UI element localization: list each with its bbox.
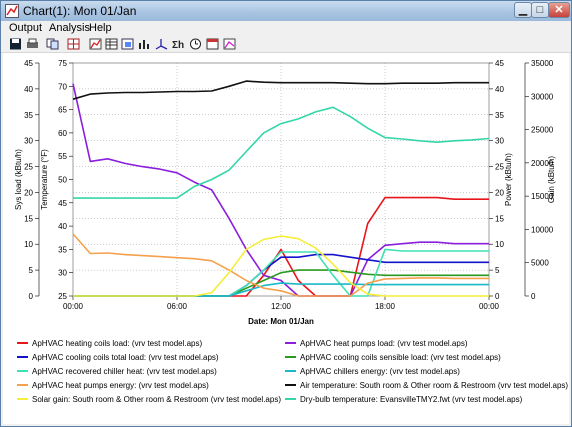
menu-output[interactable]: Output	[9, 22, 42, 34]
x-tick-label: 18:00	[375, 302, 396, 311]
toolbar: Σh	[1, 37, 571, 53]
legend-label: ApHVAC cooling coils total load: (vrv te…	[32, 353, 219, 362]
temperature-tick-label: 70	[58, 82, 67, 91]
legend-label: Dry-bulb temperature: EvansvilleTMY2.fwt…	[300, 395, 523, 404]
power-tick-label: 40	[495, 85, 504, 94]
chart-options-icon[interactable]	[223, 38, 236, 50]
menu-analysis[interactable]: Analysis	[49, 22, 90, 34]
sys-load-axis-label: Sys load (kBtu/h)	[14, 149, 23, 210]
close-icon: ✕	[554, 4, 564, 16]
gain-axis-label: Gain (kBtu/h)	[547, 156, 556, 203]
temperature-tick-label: 35	[58, 245, 67, 254]
line-chart: 051015202530354045Sys load (kBtu/h)25303…	[14, 59, 568, 404]
gain-tick-label: 0	[531, 292, 536, 301]
chart-app-icon	[5, 4, 19, 18]
sys-load-tick-label: 25	[24, 163, 33, 172]
export-icon[interactable]	[121, 38, 134, 50]
gain-tick-label: 25000	[531, 126, 554, 135]
sum-icon[interactable]: Σh	[172, 38, 185, 50]
legend-label: ApHVAC chillers energy: (vrv test model.…	[300, 367, 460, 376]
legend-label: ApHVAC heat pumps load: (vrv test model.…	[300, 339, 468, 348]
chart-window: Chart(1): Mon 01/Jan ▁ □ ✕ Output Analys…	[0, 0, 572, 427]
histogram-icon[interactable]	[138, 38, 151, 50]
maximize-icon: □	[536, 4, 544, 16]
menu-help[interactable]: Help	[89, 22, 112, 34]
gain-tick-label: 30000	[531, 92, 554, 101]
legend-label: Solar gain: South room & Other room & Re…	[32, 395, 281, 404]
sys-load-tick-label: 10	[24, 240, 33, 249]
copy-icon[interactable]	[46, 38, 59, 50]
x-tick-label: 12:00	[271, 302, 292, 311]
legend-label: ApHVAC heat pumps energy: (vrv test mode…	[32, 381, 209, 390]
menu-bar: Output Analysis Help	[1, 21, 571, 36]
sys-load-tick-label: 5	[29, 266, 34, 275]
print-icon[interactable]	[26, 38, 39, 50]
temperature-axis-label: Temperature (°F)	[40, 149, 49, 210]
temperature-tick-label: 55	[58, 152, 67, 161]
temperature-tick-label: 40	[58, 222, 67, 231]
sys-load-tick-label: 30	[24, 137, 33, 146]
temperature-tick-label: 50	[58, 176, 67, 185]
legend-label: Air temperature: South room & Other room…	[300, 381, 568, 390]
temperature-tick-label: 45	[58, 199, 67, 208]
sys-load-tick-label: 45	[24, 59, 33, 68]
window-title: Chart(1): Mon 01/Jan	[23, 4, 137, 18]
chart-area: 0 5 10 15 20 25 30 35 40 45 Sys load (kBtu/h) 25 30 3…	[3, 53, 569, 424]
power-axis-label: Power (kBtu/h)	[504, 153, 513, 206]
gain-tick-label: 10000	[531, 225, 554, 234]
save-icon[interactable]	[9, 38, 22, 50]
grid-icon[interactable]	[67, 38, 80, 50]
power-tick-label: 30	[495, 137, 504, 146]
power-tick-label: 15	[495, 214, 504, 223]
gain-tick-label: 35000	[531, 59, 554, 68]
legend-label: ApHVAC recovered chiller heat: (vrv test…	[32, 367, 217, 376]
minimize-button[interactable]: ▁	[514, 2, 532, 18]
temperature-tick-label: 60	[58, 129, 67, 138]
calendar-icon[interactable]	[206, 38, 219, 50]
clock-icon[interactable]	[189, 38, 202, 50]
power-tick-label: 0	[495, 292, 500, 301]
table-icon[interactable]	[105, 38, 118, 50]
x-tick-label: 06:00	[167, 302, 188, 311]
power-tick-label: 45	[495, 59, 504, 68]
temperature-tick-label: 25	[58, 292, 67, 301]
power-tick-label: 35	[495, 111, 504, 120]
legend-label: ApHVAC cooling coils sensible load: (vrv…	[300, 353, 501, 362]
temperature-tick-label: 65	[58, 106, 67, 115]
chart-icon[interactable]	[89, 38, 102, 50]
close-button[interactable]: ✕	[548, 2, 570, 18]
sys-load-tick-label: 40	[24, 85, 33, 94]
gain-tick-label: 5000	[531, 259, 549, 268]
minimize-icon: ▁	[518, 4, 528, 16]
sys-load-tick-label: 20	[24, 188, 33, 197]
title-bar[interactable]: Chart(1): Mon 01/Jan ▁ □ ✕	[1, 1, 571, 21]
sys-load-tick-label: 35	[24, 111, 33, 120]
sys-load-tick-label: 0	[29, 292, 34, 301]
x-tick-label: 00:00	[479, 302, 500, 311]
power-tick-label: 10	[495, 240, 504, 249]
temperature-tick-label: 75	[58, 59, 67, 68]
legend-label: ApHVAC heating coils load: (vrv test mod…	[32, 339, 202, 348]
x-axis-label: Date: Mon 01/Jan	[248, 317, 314, 326]
power-tick-label: 5	[495, 266, 500, 275]
axes-icon[interactable]	[155, 38, 168, 50]
maximize-button[interactable]: □	[531, 2, 549, 18]
temperature-tick-label: 30	[58, 269, 67, 278]
sys-load-tick-label: 15	[24, 214, 33, 223]
x-tick-label: 00:00	[63, 302, 84, 311]
svg-text:Σh: Σh	[172, 40, 184, 50]
